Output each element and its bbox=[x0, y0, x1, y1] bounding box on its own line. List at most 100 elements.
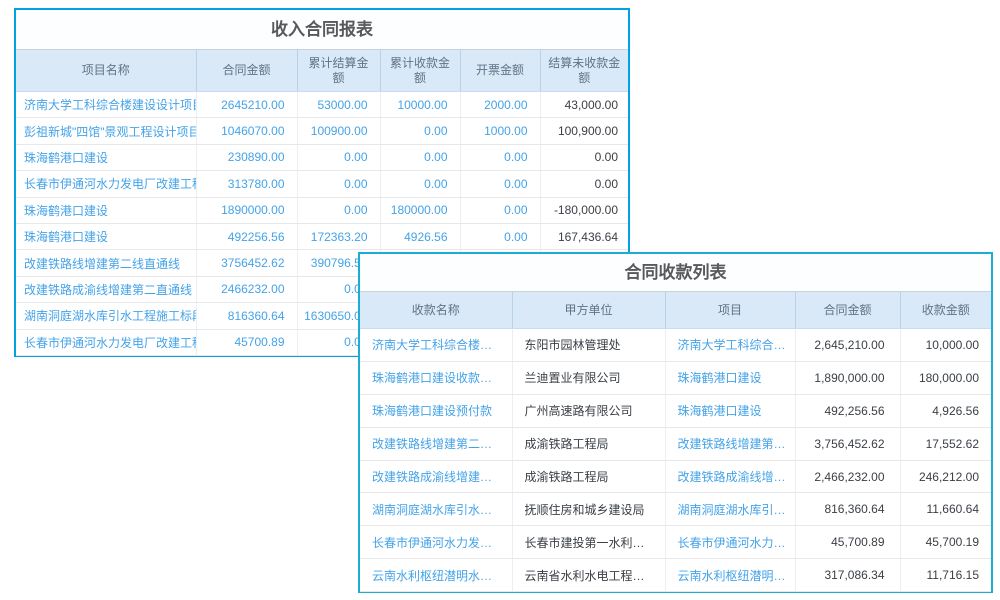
project-link[interactable]: 珠海鹤港口建设 bbox=[665, 361, 795, 394]
received-amount-cell: 4,926.56 bbox=[900, 394, 991, 427]
project-link[interactable]: 长春市伊通河水力发电厂改建工程 bbox=[665, 526, 795, 559]
contract-amount-cell: 2,645,210.00 bbox=[795, 329, 900, 362]
table-row: 改建铁路线增建第二线直通线成渝铁路工程局改建铁路线增建第二线直通线3,756,4… bbox=[360, 427, 991, 460]
settled-amount-cell: 100900.00 bbox=[297, 118, 380, 144]
invoiced-amount-cell: 2000.00 bbox=[460, 92, 540, 118]
table-row: 济南大学工科综合楼建设设计项目2645210.0053000.0010000.0… bbox=[16, 92, 628, 118]
receipt-list-table: 收款名称甲方单位项目合同金额收款金额 济南大学工科综合楼建设设计项目东阳市园林管… bbox=[360, 291, 991, 592]
header-row: 项目名称合同金额累计结算金额累计收款金额开票金额结算未收款金额 bbox=[16, 50, 628, 92]
contract-amount-cell: 1046070.00 bbox=[196, 118, 297, 144]
settled-amount-cell: 53000.00 bbox=[297, 92, 380, 118]
receipt-name-link[interactable]: 改建铁路线增建第二线直通线 bbox=[360, 427, 512, 460]
table-row: 长春市伊通河水力发电厂改建工程长春市建投第一水利工程公司长春市伊通河水力发电厂改… bbox=[360, 526, 991, 559]
receipt-list-title: 合同收款列表 bbox=[360, 254, 991, 291]
project-name-link[interactable]: 珠海鹤港口建设 bbox=[16, 223, 196, 249]
column-header: 结算未收款金额 bbox=[540, 50, 628, 92]
table-row: 济南大学工科综合楼建设设计项目东阳市园林管理处济南大学工科综合楼建设设计项目2,… bbox=[360, 329, 991, 362]
contract-amount-cell: 3756452.62 bbox=[196, 250, 297, 276]
receipt-name-link[interactable]: 湖南洞庭湖水库引水工程施工标段 bbox=[360, 493, 512, 526]
receipt-name-link[interactable]: 云南水利枢纽潜明水库工程收款 bbox=[360, 559, 512, 592]
unsettled-amount-cell: 167,436.64 bbox=[540, 223, 628, 249]
column-header: 开票金额 bbox=[460, 50, 540, 92]
received-amount-cell: 11,660.64 bbox=[900, 493, 991, 526]
settled-amount-cell: 0.00 bbox=[297, 144, 380, 170]
receipt-list-window: 合同收款列表 收款名称甲方单位项目合同金额收款金额 济南大学工科综合楼建设设计项… bbox=[358, 252, 993, 593]
party-unit-cell: 东阳市园林管理处 bbox=[512, 329, 665, 362]
column-header: 累计结算金额 bbox=[297, 50, 380, 92]
party-unit-cell: 抚顺住房和城乡建设局 bbox=[512, 493, 665, 526]
unsettled-amount-cell: 43,000.00 bbox=[540, 92, 628, 118]
contract-amount-cell: 816360.64 bbox=[196, 303, 297, 329]
project-link[interactable]: 改建铁路线增建第二线直通线 bbox=[665, 427, 795, 460]
column-header: 收款金额 bbox=[900, 292, 991, 329]
receipt-name-link[interactable]: 长春市伊通河水力发电厂改建工程 bbox=[360, 526, 512, 559]
invoiced-amount-cell: 1000.00 bbox=[460, 118, 540, 144]
column-header: 甲方单位 bbox=[512, 292, 665, 329]
table-row: 珠海鹤港口建设230890.000.000.000.000.00 bbox=[16, 144, 628, 170]
unsettled-amount-cell: 100,900.00 bbox=[540, 118, 628, 144]
contract-amount-cell: 45,700.89 bbox=[795, 526, 900, 559]
income-report-title: 收入合同报表 bbox=[16, 10, 628, 49]
project-link[interactable]: 湖南洞庭湖水库引水工程施工标段 bbox=[665, 493, 795, 526]
unsettled-amount-cell: 0.00 bbox=[540, 144, 628, 170]
project-link[interactable]: 济南大学工科综合楼建设设计项目 bbox=[665, 329, 795, 362]
project-name-link[interactable]: 改建铁路成渝线增建第二直通线 bbox=[16, 276, 196, 302]
table-row: 改建铁路成渝线增建第二直通线成渝铁路工程局改建铁路成渝线增建第二直通线2,466… bbox=[360, 460, 991, 493]
contract-amount-cell: 492,256.56 bbox=[795, 394, 900, 427]
column-header: 合同金额 bbox=[196, 50, 297, 92]
table-row: 珠海鹤港口建设492256.56172363.204926.560.00167,… bbox=[16, 223, 628, 249]
project-link[interactable]: 珠海鹤港口建设 bbox=[665, 394, 795, 427]
table-row: 彭祖新城"四馆"景观工程设计项目1046070.00100900.000.001… bbox=[16, 118, 628, 144]
table-row: 云南水利枢纽潜明水库工程收款云南省水利水电工程有限公司云南水利枢纽潜明水库工程3… bbox=[360, 559, 991, 592]
column-header: 项目 bbox=[665, 292, 795, 329]
project-link[interactable]: 改建铁路成渝线增建第二直通线 bbox=[665, 460, 795, 493]
contract-amount-cell: 2466232.00 bbox=[196, 276, 297, 302]
column-header: 项目名称 bbox=[16, 50, 196, 92]
invoiced-amount-cell: 0.00 bbox=[460, 197, 540, 223]
table-row: 珠海鹤港口建设预付款广州高速路有限公司珠海鹤港口建设492,256.564,92… bbox=[360, 394, 991, 427]
receipt-name-link[interactable]: 济南大学工科综合楼建设设计项目 bbox=[360, 329, 512, 362]
received-amount-cell: 10,000.00 bbox=[900, 329, 991, 362]
project-name-link[interactable]: 彭祖新城"四馆"景观工程设计项目 bbox=[16, 118, 196, 144]
project-name-link[interactable]: 长春市伊通河水力发电厂改建工程 bbox=[16, 171, 196, 197]
received-amount-cell: 11,716.15 bbox=[900, 559, 991, 592]
settled-amount-cell: 172363.20 bbox=[297, 223, 380, 249]
settled-amount-cell: 0.00 bbox=[297, 197, 380, 223]
project-name-link[interactable]: 珠海鹤港口建设 bbox=[16, 144, 196, 170]
unsettled-amount-cell: 0.00 bbox=[540, 171, 628, 197]
contract-amount-cell: 1,890,000.00 bbox=[795, 361, 900, 394]
project-name-link[interactable]: 湖南洞庭湖水库引水工程施工标段 bbox=[16, 303, 196, 329]
party-unit-cell: 广州高速路有限公司 bbox=[512, 394, 665, 427]
party-unit-cell: 长春市建投第一水利工程公司 bbox=[512, 526, 665, 559]
received-amount-cell: 180000.00 bbox=[380, 197, 460, 223]
project-name-link[interactable]: 济南大学工科综合楼建设设计项目 bbox=[16, 92, 196, 118]
receipt-name-link[interactable]: 珠海鹤港口建设收款合同 bbox=[360, 361, 512, 394]
project-name-link[interactable]: 长春市伊通河水力发电厂改建工程 bbox=[16, 329, 196, 355]
column-header: 累计收款金额 bbox=[380, 50, 460, 92]
received-amount-cell: 17,552.62 bbox=[900, 427, 991, 460]
contract-amount-cell: 1890000.00 bbox=[196, 197, 297, 223]
received-amount-cell: 0.00 bbox=[380, 171, 460, 197]
received-amount-cell: 0.00 bbox=[380, 144, 460, 170]
settled-amount-cell: 0.00 bbox=[297, 171, 380, 197]
invoiced-amount-cell: 0.00 bbox=[460, 144, 540, 170]
received-amount-cell: 0.00 bbox=[380, 118, 460, 144]
received-amount-cell: 180,000.00 bbox=[900, 361, 991, 394]
contract-amount-cell: 492256.56 bbox=[196, 223, 297, 249]
table-row: 长春市伊通河水力发电厂改建工程313780.000.000.000.000.00 bbox=[16, 171, 628, 197]
contract-amount-cell: 3,756,452.62 bbox=[795, 427, 900, 460]
receipt-list-body: 济南大学工科综合楼建设设计项目东阳市园林管理处济南大学工科综合楼建设设计项目2,… bbox=[360, 329, 991, 592]
header-row: 收款名称甲方单位项目合同金额收款金额 bbox=[360, 292, 991, 329]
receipt-name-link[interactable]: 改建铁路成渝线增建第二直通线 bbox=[360, 460, 512, 493]
unsettled-amount-cell: -180,000.00 bbox=[540, 197, 628, 223]
receipt-name-link[interactable]: 珠海鹤港口建设预付款 bbox=[360, 394, 512, 427]
contract-amount-cell: 313780.00 bbox=[196, 171, 297, 197]
received-amount-cell: 10000.00 bbox=[380, 92, 460, 118]
contract-amount-cell: 2645210.00 bbox=[196, 92, 297, 118]
party-unit-cell: 成渝铁路工程局 bbox=[512, 460, 665, 493]
project-link[interactable]: 云南水利枢纽潜明水库工程 bbox=[665, 559, 795, 592]
project-name-link[interactable]: 改建铁路线增建第二线直通线 bbox=[16, 250, 196, 276]
received-amount-cell: 45,700.19 bbox=[900, 526, 991, 559]
party-unit-cell: 云南省水利水电工程有限公司 bbox=[512, 559, 665, 592]
project-name-link[interactable]: 珠海鹤港口建设 bbox=[16, 197, 196, 223]
